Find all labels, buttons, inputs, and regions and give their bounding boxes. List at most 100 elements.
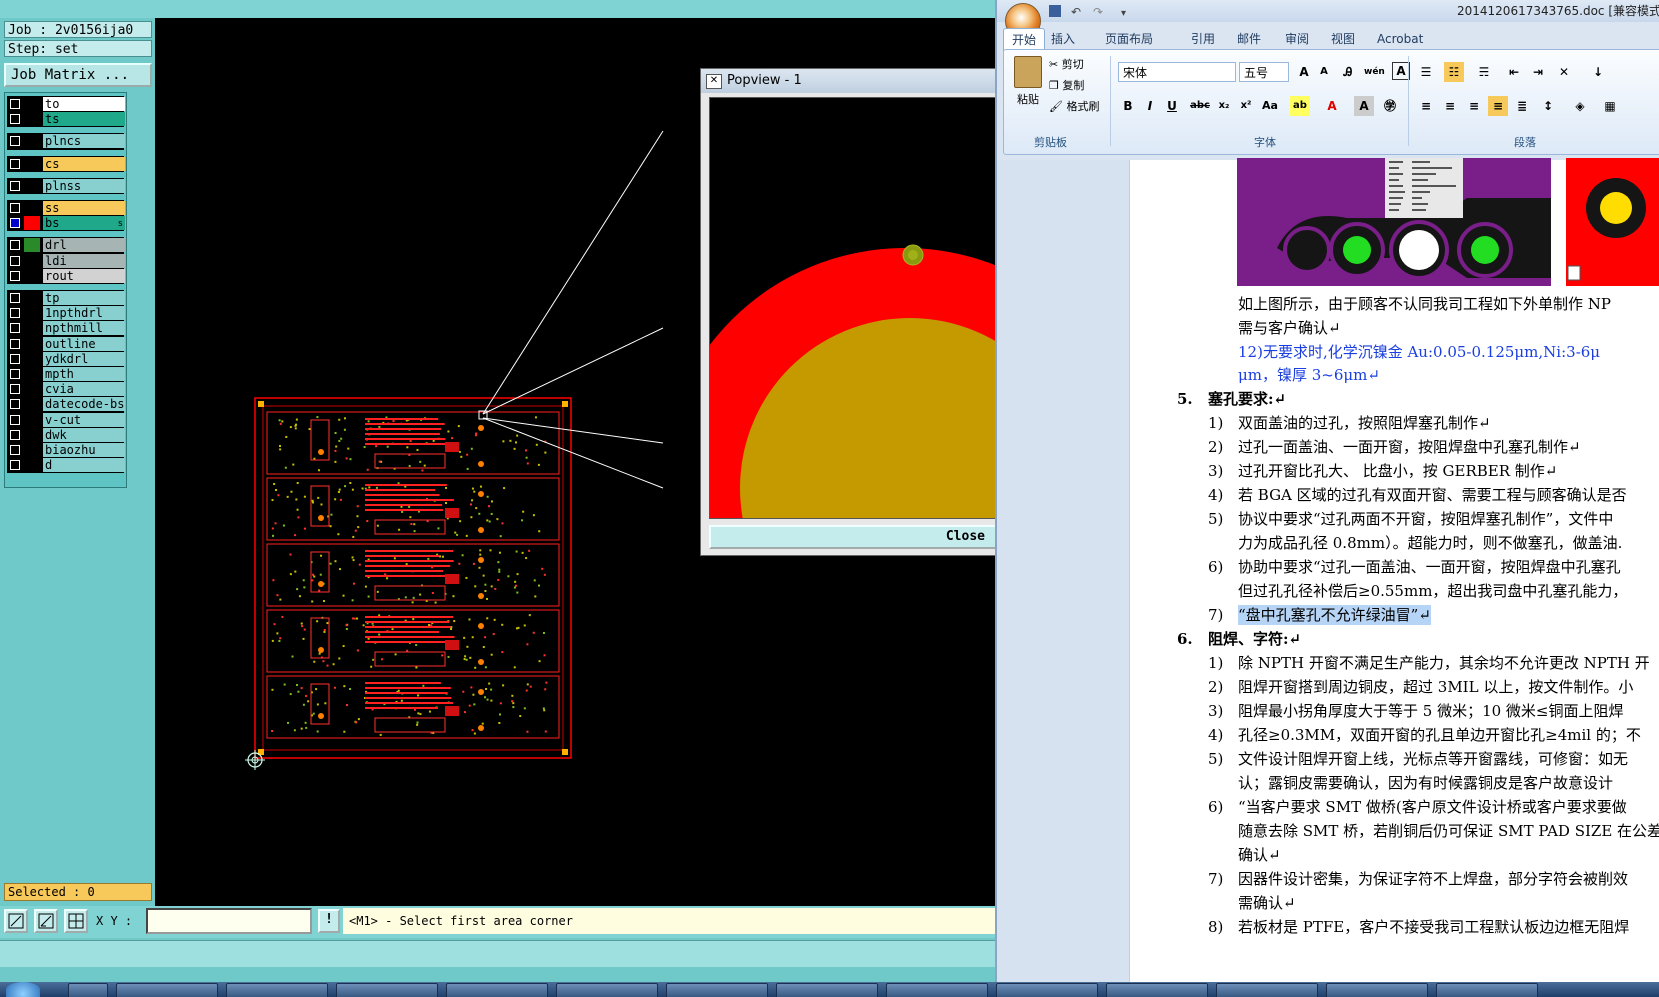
- layer-checkbox[interactable]: [10, 338, 20, 349]
- layer-row[interactable]: cs: [7, 156, 125, 171]
- sort-icon[interactable]: ↓: [1588, 62, 1608, 82]
- layer-row[interactable]: ss: [7, 201, 125, 215]
- taskbar-item[interactable]: [1436, 983, 1538, 997]
- layer-checkbox[interactable]: [10, 414, 20, 425]
- save-icon[interactable]: [1049, 5, 1061, 17]
- layer-checkbox[interactable]: [10, 270, 20, 281]
- layer-row[interactable]: rout: [7, 268, 125, 283]
- taskbar-item[interactable]: [1216, 983, 1318, 997]
- start-button-icon[interactable]: [6, 982, 40, 997]
- measure-tool-button[interactable]: [34, 909, 58, 933]
- layer-checkbox[interactable]: [10, 255, 20, 266]
- format-painter-button[interactable]: 🖌 格式刷: [1048, 97, 1100, 117]
- job-matrix-button[interactable]: Job Matrix ...: [4, 63, 152, 87]
- layer-row[interactable]: dwk: [7, 427, 125, 442]
- tab-4[interactable]: 邮件: [1229, 28, 1269, 50]
- layer-row[interactable]: ts: [7, 112, 125, 127]
- font-name-select[interactable]: 宋体: [1118, 62, 1236, 82]
- align-left-icon[interactable]: ≡: [1416, 96, 1436, 116]
- layer-checkbox[interactable]: [10, 323, 20, 334]
- layer-checkbox[interactable]: [10, 445, 20, 455]
- superscript-icon[interactable]: x²: [1236, 96, 1256, 116]
- shading-icon[interactable]: ◈: [1570, 96, 1590, 116]
- paste-button[interactable]: 粘贴: [1016, 90, 1040, 110]
- tab-1[interactable]: 插入: [1043, 28, 1083, 50]
- layer-row[interactable]: v-cut: [7, 412, 125, 427]
- layer-row[interactable]: drl: [7, 238, 125, 253]
- layer-row[interactable]: d: [7, 458, 125, 473]
- info-button[interactable]: !: [318, 909, 340, 933]
- italic-icon[interactable]: I: [1140, 96, 1160, 116]
- layer-row[interactable]: outline: [7, 336, 125, 351]
- zoom-fit-tool-button[interactable]: [4, 909, 28, 933]
- taskbar-item[interactable]: [996, 983, 1098, 997]
- layer-row[interactable]: 1npthdrl: [7, 306, 125, 321]
- tab-3[interactable]: 引用: [1183, 28, 1223, 50]
- bullets-icon[interactable]: ☰: [1416, 62, 1436, 82]
- enclose-char-icon[interactable]: ㊫: [1380, 96, 1400, 116]
- taskbar-item[interactable]: [68, 983, 108, 997]
- shrink-font-icon[interactable]: A: [1314, 62, 1334, 82]
- layer-row[interactable]: plnss: [7, 178, 125, 193]
- align-center-icon[interactable]: ≡: [1440, 96, 1460, 116]
- increase-indent-icon[interactable]: ⇥: [1528, 62, 1548, 82]
- taskbar-item[interactable]: [1326, 983, 1428, 997]
- layer-checkbox[interactable]: [10, 308, 20, 319]
- xy-coordinate-input[interactable]: [146, 908, 312, 934]
- redo-icon[interactable]: ↷: [1093, 5, 1103, 19]
- layer-checkbox[interactable]: [10, 353, 20, 364]
- taskbar-item[interactable]: [116, 983, 218, 997]
- tab-2[interactable]: 页面布局: [1097, 28, 1161, 50]
- layer-checkbox[interactable]: [10, 429, 20, 440]
- tab-0[interactable]: 开始: [1003, 28, 1046, 51]
- layer-checkbox[interactable]: [10, 203, 20, 213]
- taskbar-item[interactable]: [336, 983, 438, 997]
- underline-icon[interactable]: U: [1162, 96, 1182, 116]
- paste-icon[interactable]: [1014, 56, 1042, 88]
- taskbar-item[interactable]: [1106, 983, 1208, 997]
- layer-checkbox[interactable]: [10, 114, 20, 125]
- tab-5[interactable]: 审阅: [1277, 28, 1317, 50]
- layer-row[interactable]: datecode-bs: [7, 397, 125, 412]
- subscript-icon[interactable]: x₂: [1214, 96, 1234, 116]
- distributed-icon[interactable]: ≣: [1512, 96, 1532, 116]
- bold-icon[interactable]: B: [1118, 96, 1138, 116]
- popview-title-bar[interactable]: ✕ Popview - 1: [701, 69, 999, 93]
- borders-icon[interactable]: ▦: [1600, 96, 1620, 116]
- layer-row[interactable]: ydkdrl: [7, 351, 125, 366]
- layer-row[interactable]: tp: [7, 291, 125, 305]
- numbering-icon[interactable]: ☷: [1444, 62, 1464, 82]
- justify-icon[interactable]: ≡: [1488, 96, 1508, 116]
- popview-zoom-view[interactable]: [709, 97, 1001, 519]
- layer-row[interactable]: cvia: [7, 382, 125, 397]
- layer-checkbox[interactable]: [10, 180, 20, 191]
- layer-row[interactable]: mpth: [7, 367, 125, 381]
- layer-row[interactable]: plncs: [7, 134, 125, 149]
- grow-font-icon[interactable]: A: [1294, 62, 1314, 82]
- layer-row[interactable]: biaozhu: [7, 443, 125, 457]
- decrease-indent-icon[interactable]: ⇤: [1504, 62, 1524, 82]
- layer-checkbox[interactable]: [10, 240, 20, 251]
- undo-icon[interactable]: ↶: [1071, 5, 1081, 19]
- change-case-icon[interactable]: Aa: [1260, 96, 1280, 116]
- taskbar-item[interactable]: [776, 983, 878, 997]
- taskbar-item[interactable]: [666, 983, 768, 997]
- layer-row[interactable]: to: [7, 97, 125, 111]
- font-color-icon[interactable]: A: [1322, 96, 1342, 116]
- multilevel-list-icon[interactable]: ☴: [1474, 62, 1494, 82]
- layer-checkbox[interactable]: [10, 99, 20, 109]
- tab-7[interactable]: Acrobat: [1369, 28, 1431, 50]
- taskbar-item[interactable]: [446, 983, 548, 997]
- layer-checkbox[interactable]: [10, 158, 20, 169]
- tab-6[interactable]: 视图: [1323, 28, 1363, 50]
- qat-dropdown-icon[interactable]: ▾: [1121, 8, 1126, 19]
- char-shading-icon[interactable]: A: [1354, 96, 1374, 116]
- layer-row[interactable]: ldi: [7, 253, 125, 268]
- popview-close-button[interactable]: Close: [709, 525, 999, 549]
- layer-checkbox[interactable]: [10, 460, 20, 471]
- clear-format-icon[interactable]: Ꭿ: [1338, 62, 1358, 82]
- layer-checkbox[interactable]: [10, 399, 20, 410]
- taskbar-item[interactable]: [556, 983, 658, 997]
- grid-tool-button[interactable]: [64, 909, 88, 933]
- align-right-icon[interactable]: ≡: [1464, 96, 1484, 116]
